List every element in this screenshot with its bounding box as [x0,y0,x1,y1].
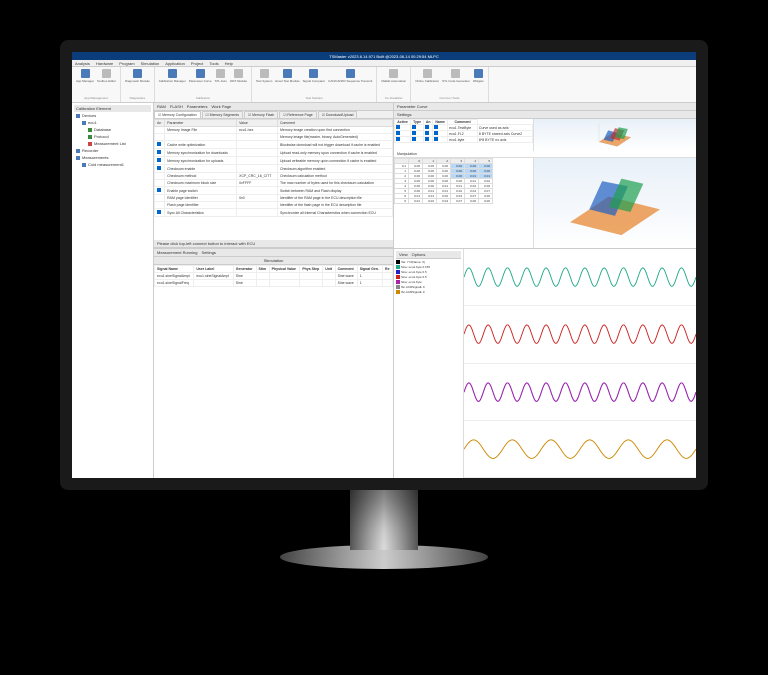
ribbon-stl-auto[interactable]: STL Auto [215,69,227,83]
calib-mode[interactable]: Parameters [187,104,208,109]
param-row[interactable]: Checksum methodXCP_CRC_16_CITTChecksum c… [155,173,393,180]
calibration-panel: RAM FLASH ParametersWork Page ☑ Memory Con… [154,103,394,248]
calib-tabs: ☑ Memory Configuration☑ Memory Segments☑… [154,111,393,119]
signal-plot [464,249,696,306]
ribbon-widgets[interactable]: Widgets [473,69,484,83]
ribbon-parameter-curve[interactable]: Parameter Curve [189,69,212,83]
calib-header: RAM FLASH ParametersWork Page [154,103,393,111]
stim-header: Measurement Running Settings [154,249,393,257]
menu-help[interactable]: Help [225,61,233,66]
settings-button[interactable]: Settings [397,112,411,117]
tree-header: Calibration Element [74,105,151,112]
tree-item[interactable]: ecu1 [74,119,151,126]
parameter-table: AnParameterValueCommentMemory Image File… [154,119,393,240]
curve-row[interactable]: ecu1.byte8*8 BYTE no axis [395,137,533,143]
menu-analysis[interactable]: Analysis [75,61,90,66]
param-row[interactable]: Enable page switchSwitch between RAM and… [155,187,393,195]
ribbon-can/canfd-sequence-transmit[interactable]: CAN/CANFD Sequence Transmit [328,69,372,83]
ribbon-toolbox-editor[interactable]: Toolbox Editor [97,69,116,83]
param-row[interactable]: RAM page identifier0x0Identifier of the … [155,195,393,202]
signal-plot [464,364,696,421]
curve-title: Parameter Curve [394,103,696,111]
ribbon: App ManagerToolbox EditorApp ManagementD… [72,67,696,103]
ribbon-stl-code-generator[interactable]: STL Code Generator [442,69,470,83]
param-row[interactable]: Checksum maximum block size0xFFFFThe max… [155,180,393,187]
curve-3d-chart [534,119,696,151]
curve-toolbar: Settings [394,111,696,119]
signal-plot [464,306,696,363]
stim-row[interactable]: ecu1.sineSignalAmplecu1.sineSignalAmplSi… [155,273,393,280]
tree-item[interactable]: Devices [74,112,151,119]
menu-project[interactable]: Project [191,61,203,66]
menu-tools[interactable]: Tools [209,61,218,66]
menubar: Analysis Hardware Program Simulation Applica… [72,60,696,67]
param-row[interactable]: Memory image file(maxim, binary, AutoGen… [155,134,393,141]
view-button[interactable]: View [399,252,408,257]
signal-plot [464,421,696,478]
titlebar: TSMaster v2023.6.14.971 Built @2023-06-1… [72,52,696,60]
stim-table[interactable]: Signal NameUser LabelGeneratorStimPhysic… [154,265,393,287]
param-row[interactable]: Memory synchronization for uploadsUpload… [155,157,393,165]
stim-row[interactable]: ecu1.sineSignalFreqSineSine wave1 [155,280,393,287]
options-button[interactable]: Options [412,252,426,257]
param-row[interactable]: Sync All CharacteristicsSynchronize all … [155,209,393,217]
menu-program[interactable]: Program [119,61,134,66]
calib-mode[interactable]: FLASH [170,104,183,109]
ribbon-signal-comparer[interactable]: Signal Comparer [303,69,326,83]
manipulation-label: Manipulation [394,151,696,158]
ribbon-excel-test-module[interactable]: Excel Test Module [275,69,299,83]
calib-tab[interactable]: ☑ Download/Upload [318,111,358,118]
curve-3d-chart-2 [534,158,696,248]
parameter-curve-panel: Parameter Curve Settings ActiveTypeAnNam… [394,103,696,248]
stimulation-panel: Measurement Running Settings Stimulation… [154,248,394,478]
ribbon-diagnostic-module[interactable]: Diagnostic Module [125,69,150,83]
ribbon-matlab-automation[interactable]: Matlab Automation [381,69,406,83]
param-row[interactable]: Checksum enableChecksum algorithm enable… [155,165,393,173]
param-row[interactable]: Cache write optimizationBlockwise downlo… [155,141,393,149]
menu-simulation[interactable]: Simulation [141,61,160,66]
param-row[interactable]: Memory Image Fileecu1.hexMemory image cr… [155,127,393,134]
tree-item[interactable]: Cold measurement1 [74,161,151,168]
ribbon-online-calibration[interactable]: Online Calibration [415,69,439,83]
param-row[interactable]: Flash page identifierIdentifier of the f… [155,202,393,209]
curve-list: ActiveTypeAnNameCommentecu1.TestByteCurv… [394,119,534,151]
tree-item[interactable]: Database [74,126,151,133]
graphics-legend: View Options Var. Y=f(Name: X)Sine: ecu1… [394,249,464,478]
curve-matrix[interactable]: 0123450.10.000.000.000.000.000.0010.000.… [394,158,534,248]
legend-item[interactable]: fbc.ACRSignalL 0 [396,289,461,294]
calib-tab[interactable]: ☑ Memory Segments [202,111,243,118]
calib-mode[interactable]: RAM [157,104,166,109]
calib-tab[interactable]: ☑ Memory Configuration [154,111,201,118]
calib-mode[interactable]: Work Page [211,104,231,109]
tree-item[interactable]: Recorder [74,147,151,154]
menu-hardware[interactable]: Hardware [96,61,113,66]
param-row[interactable]: Memory synchronization for downloadsUplo… [155,149,393,157]
settings-button[interactable]: Settings [201,250,215,255]
ribbon-calibration-manager[interactable]: Calibration Manager [159,69,186,83]
calib-tab[interactable]: ☑ Memory Flash [244,111,278,118]
tree-item[interactable]: Measurement List [74,140,151,147]
tree-item[interactable]: Protocol [74,133,151,140]
screen: TSMaster v2023.6.14.971 Built @2023-06-1… [72,52,696,478]
menu-application[interactable]: Application [165,61,185,66]
stim-title: Stimulation [154,257,393,265]
ribbon-odx-module[interactable]: ODX Module [230,69,247,83]
ribbon-app-manager[interactable]: App Manager [76,69,94,83]
ribbon-test-system[interactable]: Test System [256,69,272,83]
monitor-frame: TSMaster v2023.6.14.971 Built @2023-06-1… [60,40,708,490]
graphics-panel: View Options Var. Y=f(Name: X)Sine: ecu1… [394,248,696,478]
calib-hint: Please click top-left connect button to … [154,240,393,248]
graphics-plots [464,249,696,478]
tree-panel: Calibration Element Devicesecu1DatabaseP… [72,103,154,478]
calib-tab[interactable]: ☑ Reference Page [279,111,316,118]
tree-item[interactable]: Measurements [74,154,151,161]
